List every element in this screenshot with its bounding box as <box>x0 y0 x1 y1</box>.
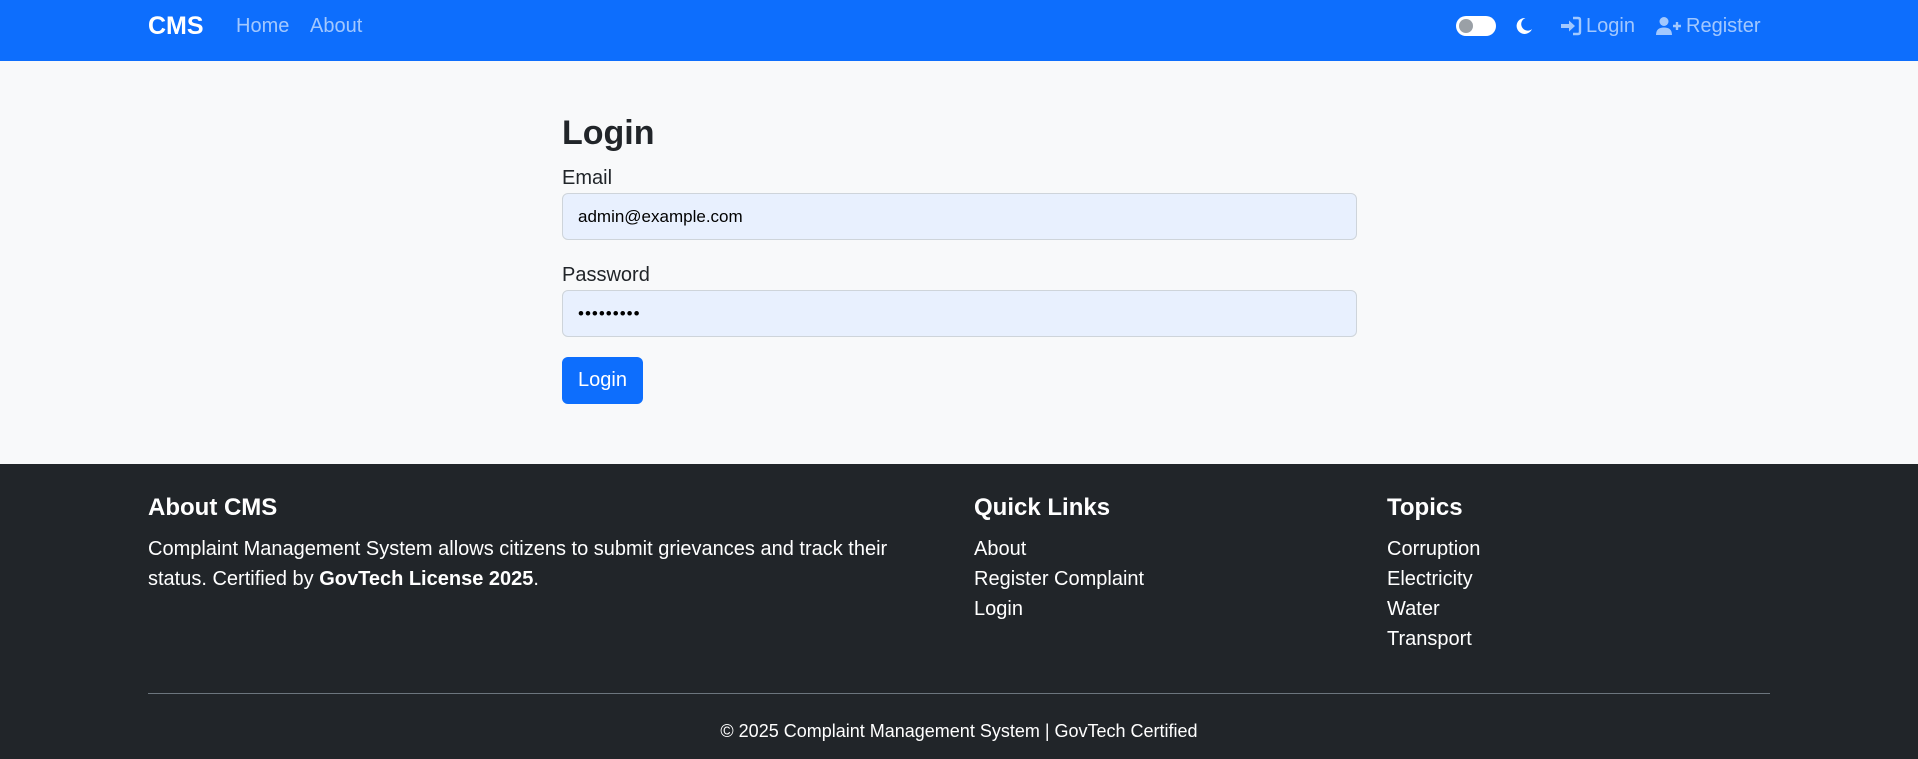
nav-login-link[interactable]: Login <box>1560 15 1635 37</box>
footer-topics-heading: Topics <box>1387 494 1463 521</box>
footer: About CMS Complaint Management System al… <box>0 464 1918 759</box>
footer-quick-links-list: About Register Complaint Login <box>974 534 1274 624</box>
footer-about-text-suffix: . <box>533 568 539 590</box>
login-button[interactable]: Login <box>562 357 643 404</box>
password-field[interactable]: ••••••••• <box>562 290 1357 337</box>
footer-topic-corruption[interactable]: Corruption <box>1387 538 1480 560</box>
email-label: Email <box>562 167 613 189</box>
nav-register-label: Register <box>1686 15 1761 37</box>
moon-icon[interactable] <box>1514 16 1534 36</box>
navbar: CMS Home About Login Register <box>0 0 1918 61</box>
sign-in-icon <box>1560 16 1582 36</box>
list-item: About <box>974 534 1274 564</box>
password-label: Password <box>562 264 650 286</box>
footer-about-text: Complaint Management System allows citiz… <box>148 534 928 594</box>
footer-topic-water[interactable]: Water <box>1387 598 1440 620</box>
footer-divider <box>148 693 1770 694</box>
footer-link-login[interactable]: Login <box>974 598 1023 620</box>
copyright-text: © 2025 Complaint Management System | Gov… <box>720 721 1198 741</box>
footer-topic-electricity[interactable]: Electricity <box>1387 568 1473 590</box>
user-plus-icon <box>1656 16 1682 36</box>
email-value: admin@example.com <box>578 206 743 226</box>
footer-link-about[interactable]: About <box>974 538 1026 560</box>
nav-link-about[interactable]: About <box>310 15 362 37</box>
list-item: Corruption <box>1387 534 1687 564</box>
brand-logo[interactable]: CMS <box>148 12 204 40</box>
nav-login-label: Login <box>1586 15 1635 37</box>
nav-link-home[interactable]: Home <box>236 15 289 37</box>
footer-about-license: GovTech License 2025 <box>319 568 534 590</box>
toggle-knob <box>1459 19 1473 33</box>
list-item: Login <box>974 594 1274 624</box>
footer-topics-list: Corruption Electricity Water Transport <box>1387 534 1687 654</box>
email-field[interactable]: admin@example.com <box>562 193 1357 240</box>
footer-quick-links-heading: Quick Links <box>974 494 1111 521</box>
theme-toggle-switch[interactable] <box>1456 16 1496 36</box>
list-item: Electricity <box>1387 564 1687 594</box>
footer-link-register-complaint[interactable]: Register Complaint <box>974 568 1144 590</box>
list-item: Transport <box>1387 624 1687 654</box>
nav-register-link[interactable]: Register <box>1656 15 1760 37</box>
password-value: ••••••••• <box>578 303 641 323</box>
footer-topic-transport[interactable]: Transport <box>1387 628 1472 650</box>
list-item: Water <box>1387 594 1687 624</box>
page-title: Login <box>562 114 655 152</box>
list-item: Register Complaint <box>974 564 1274 594</box>
footer-about-heading: About CMS <box>148 494 278 521</box>
